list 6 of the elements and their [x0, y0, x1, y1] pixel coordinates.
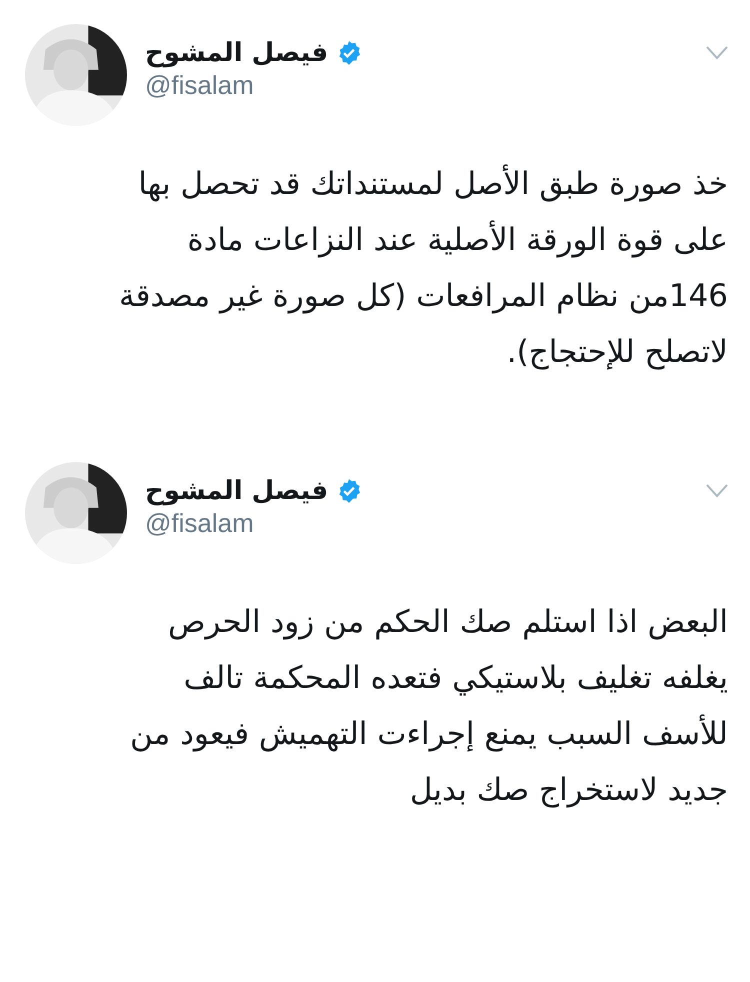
tweet-text: البعض اذا استلم صك الحكم من زود الحرص يغلفه تغليف بلاستيكي فتعده المحكمة تالف للأسف السبب يمنع إجراءت التهميش فيعود من جديد لاستخراج صك بديل [129, 603, 728, 810]
user-name[interactable]: فيصل المشوح [145, 476, 328, 506]
user-handle[interactable]: @fisalam [145, 508, 706, 539]
user-name[interactable]: فيصل المشوح [145, 38, 328, 68]
tweet-text: خذ صورة طبق الأصل لمستنداتك قد تحصل بها على قوة الورقة الأصلية عند النزاعات مادة 146من نظام المرافعات (كل صورة غير مصدقة لاتصلح للإحتجاج). [118, 163, 728, 372]
user-handle[interactable]: @fisalam [145, 70, 706, 101]
